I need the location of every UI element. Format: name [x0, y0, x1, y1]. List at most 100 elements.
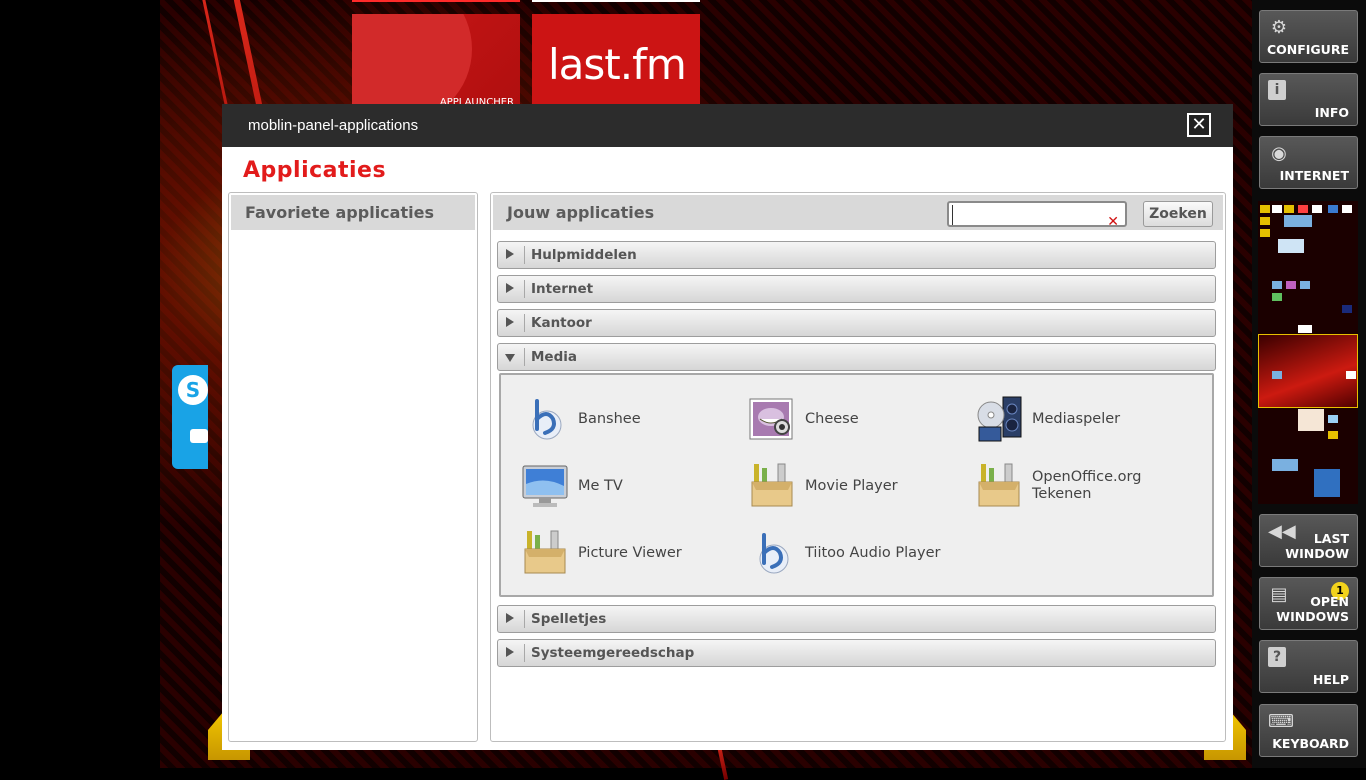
- open-windows-button[interactable]: ▤ 1 OPEN WINDOWS: [1259, 577, 1358, 630]
- app-tiitoo-audio-player[interactable]: Tiitoo Audio Player: [748, 527, 968, 579]
- help-button[interactable]: ? HELP: [1259, 640, 1358, 693]
- close-icon: ✕: [1191, 114, 1207, 135]
- window-thumbnail: [1342, 305, 1352, 313]
- window-thumbnail: [1328, 205, 1338, 213]
- window-thumbnail: [1272, 293, 1282, 301]
- window-thumbnail: [1284, 215, 1312, 227]
- category-kantoor[interactable]: Kantoor: [497, 309, 1216, 337]
- app-mediaspeler[interactable]: Mediaspeler: [975, 393, 1195, 445]
- window-thumbnail: [1260, 217, 1270, 225]
- favorites-panel: Favoriete applicaties: [228, 192, 478, 742]
- app-me-tv[interactable]: Me TV: [521, 460, 741, 512]
- category-spelletjes[interactable]: Spelletjes: [497, 605, 1216, 633]
- last-window-label: LAST WINDOW: [1285, 531, 1349, 561]
- chat-bubble-icon: [190, 429, 208, 443]
- window-thumbnail: [1312, 205, 1322, 213]
- monitor-icon: [522, 465, 568, 507]
- applications-dialog: moblin-panel-applications ✕ Applicaties …: [222, 104, 1233, 750]
- window-thumbnail: [1272, 281, 1282, 289]
- window-thumbnail: [1298, 325, 1312, 333]
- gear-icon: ⚙: [1270, 17, 1288, 38]
- close-button[interactable]: ✕: [1187, 113, 1211, 137]
- category-label: Hulpmiddelen: [531, 247, 637, 263]
- app-movie-player[interactable]: Movie Player: [748, 460, 968, 512]
- window-thumbnail: [1272, 371, 1282, 379]
- expand-arrow-icon: [506, 647, 514, 657]
- banshee-icon: [759, 533, 789, 574]
- applauncher-tile[interactable]: APPLAUNCHER: [352, 14, 520, 106]
- separator: [524, 280, 525, 298]
- search-button[interactable]: Zoeken: [1143, 201, 1213, 227]
- last-window-button[interactable]: ◀◀ LAST WINDOW: [1259, 514, 1358, 567]
- separator: [524, 246, 525, 264]
- separator: [524, 348, 525, 366]
- open-windows-label-line: OPEN: [1310, 594, 1349, 609]
- internet-label: INTERNET: [1279, 168, 1349, 183]
- category-hulpmiddelen[interactable]: Hulpmiddelen: [497, 241, 1216, 269]
- applications-header: Jouw applicaties ✕ Zoeken: [493, 195, 1223, 230]
- search-box: ✕: [947, 201, 1127, 230]
- category-systeemgereedschap[interactable]: Systeemgereedschap: [497, 639, 1216, 667]
- page-title: Applicaties: [243, 158, 387, 183]
- category-internet[interactable]: Internet: [497, 275, 1216, 303]
- tile-strip: [352, 0, 520, 2]
- app-label: Me TV: [578, 477, 623, 494]
- clear-search-icon[interactable]: ✕: [1107, 205, 1119, 240]
- info-label: INFO: [1314, 105, 1349, 120]
- expand-arrow-icon: [506, 283, 514, 293]
- last-window-label-line: LAST: [1313, 531, 1349, 546]
- configure-label: CONFIGURE: [1266, 42, 1349, 57]
- app-label: Banshee: [578, 410, 641, 427]
- lastfm-tile[interactable]: last.fm: [532, 14, 700, 106]
- app-banshee[interactable]: Banshee: [521, 393, 741, 445]
- app-picture-viewer[interactable]: Picture Viewer: [521, 527, 741, 579]
- window-thumbnail: [1286, 281, 1296, 289]
- workspace-switcher[interactable]: [1258, 201, 1358, 504]
- open-windows-label-line: WINDOWS: [1276, 609, 1349, 624]
- keyboard-label: KEYBOARD: [1272, 736, 1349, 751]
- app-cheese[interactable]: Cheese: [748, 393, 968, 445]
- internet-button[interactable]: ◉ INTERNET: [1259, 136, 1358, 189]
- category-label: Kantoor: [531, 315, 592, 331]
- app-label: Movie Player: [805, 477, 898, 494]
- package-icon: [751, 463, 793, 507]
- category-label: Media: [531, 349, 577, 365]
- window-thumbnail: [1298, 409, 1324, 431]
- window-thumbnail: [1260, 229, 1270, 237]
- category-media[interactable]: Media: [497, 343, 1216, 371]
- app-label: Cheese: [805, 410, 859, 427]
- info-button[interactable]: i INFO: [1259, 73, 1358, 126]
- skype-widget[interactable]: S: [172, 365, 208, 469]
- search-input[interactable]: [952, 205, 1105, 225]
- keyboard-icon: ⌨: [1268, 711, 1294, 732]
- package-icon: [978, 463, 1020, 507]
- window-thumbnail: [1284, 205, 1294, 213]
- dialog-title: moblin-panel-applications: [248, 117, 419, 134]
- window-thumbnail: [1298, 205, 1308, 213]
- window-thumbnail: [1278, 239, 1304, 253]
- configure-button[interactable]: ⚙ CONFIGURE: [1259, 10, 1358, 63]
- lastfm-tile-label: last.fm: [548, 40, 687, 89]
- category-label: Systeemgereedschap: [531, 645, 695, 661]
- info-icon: i: [1268, 80, 1286, 100]
- applications-panel: Jouw applicaties ✕ Zoeken Hulpmiddelen I…: [490, 192, 1226, 742]
- applications-title: Jouw applicaties: [507, 203, 655, 222]
- keyboard-button[interactable]: ⌨ KEYBOARD: [1259, 704, 1358, 757]
- window-thumbnail: [1314, 469, 1340, 497]
- window-thumbnail: [1342, 205, 1352, 213]
- open-windows-label: OPEN WINDOWS: [1276, 594, 1349, 624]
- window-thumbnail: [1328, 415, 1338, 423]
- mediaplayer-icon: [977, 396, 1022, 442]
- banshee-icon: [532, 399, 562, 440]
- media-apps-grid: Banshee Cheese Mediaspeler Me TV Movie P…: [499, 373, 1214, 597]
- globe-icon: ◉: [1271, 143, 1287, 164]
- expand-arrow-icon: [506, 317, 514, 327]
- app-openoffice-tekenen[interactable]: OpenOffice.org Tekenen: [975, 460, 1195, 512]
- window-thumbnail: [1300, 281, 1310, 289]
- separator: [524, 314, 525, 332]
- help-label: HELP: [1312, 672, 1349, 687]
- help-icon: ?: [1268, 647, 1286, 667]
- expand-arrow-icon: [506, 249, 514, 259]
- right-side-panel: ⚙ CONFIGURE i INFO ◉ INTERNET ◀◀ LAST WI…: [1252, 0, 1366, 768]
- expand-arrow-icon: [506, 613, 514, 623]
